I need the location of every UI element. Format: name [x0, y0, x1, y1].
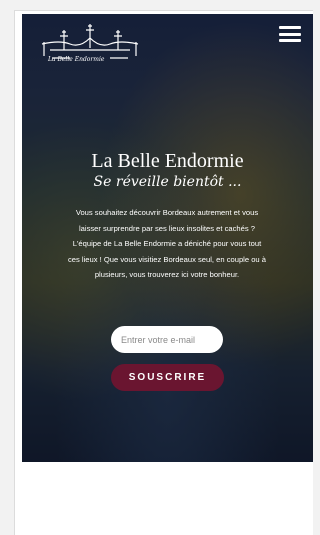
menu-bar — [279, 32, 301, 36]
hero-description: Vous souhaitez découvrir Bordeaux autrem… — [68, 208, 266, 279]
hero-title: La Belle Endormie — [91, 150, 244, 172]
menu-bar — [279, 39, 301, 42]
menu-bar — [279, 26, 301, 29]
hero-section: La Belle Endormie La Belle Endormie Se r… — [22, 14, 313, 462]
email-input[interactable] — [111, 326, 223, 353]
hero-subtitle: Se réveille bientôt ... — [93, 174, 242, 190]
logo-script-text: La Belle Endormie — [48, 56, 105, 63]
hamburger-menu-icon[interactable] — [279, 26, 301, 42]
subscribe-button[interactable]: SOUSCRIRE — [111, 364, 224, 391]
